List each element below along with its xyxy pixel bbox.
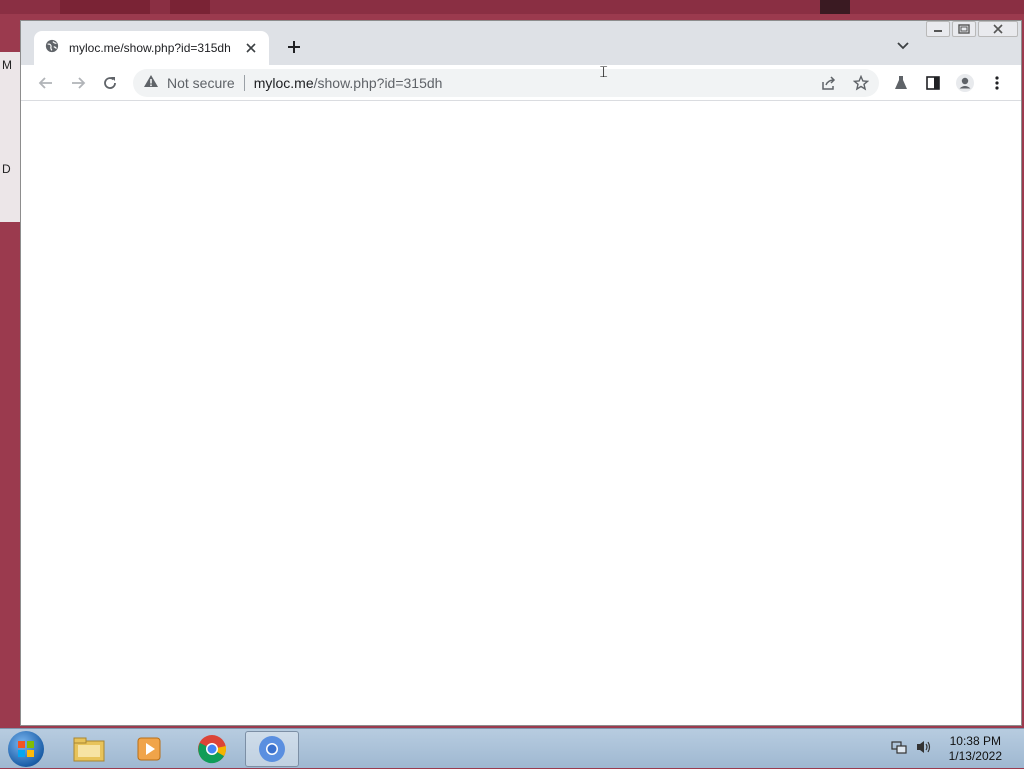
tab-search-chevron-down-icon[interactable] (893, 36, 913, 56)
media-player-icon[interactable] (122, 731, 176, 767)
url-host: myloc.me (253, 75, 314, 91)
taskbar-clock[interactable]: 10:38 PM 1/13/2022 (949, 734, 1002, 764)
background-window-edge (0, 52, 20, 222)
address-separator (243, 75, 245, 91)
page-content[interactable] (21, 101, 1021, 725)
background-window-letter: M (2, 58, 12, 72)
url-path: /show.php?id=315dh (313, 75, 443, 91)
chromium-icon[interactable] (245, 731, 299, 767)
address-bar[interactable]: Not secure myloc.me/show.php?id=315dh (133, 69, 879, 97)
active-tab[interactable]: myloc.me/show.php?id=315dh (34, 31, 269, 65)
minimize-button[interactable] (926, 21, 950, 37)
address-bar-actions (817, 73, 873, 93)
file-explorer-icon[interactable] (62, 731, 116, 767)
reload-icon (104, 77, 116, 89)
arrow-left-icon (38, 77, 52, 89)
kebab-menu-icon[interactable] (985, 71, 1009, 95)
forward-button[interactable] (66, 71, 90, 95)
star-icon[interactable] (849, 73, 873, 93)
back-button[interactable] (34, 71, 58, 95)
network-icon[interactable] (891, 739, 907, 760)
share-icon[interactable] (817, 73, 841, 93)
desktop-background (0, 0, 1024, 14)
warning-icon[interactable] (143, 74, 159, 93)
desktop-block (60, 0, 150, 14)
windows-logo-icon (18, 741, 34, 757)
system-tray: 10:38 PM 1/13/2022 (891, 729, 1024, 769)
maximize-button[interactable] (952, 21, 976, 37)
background-window-letter: D (2, 162, 11, 176)
desktop-block (820, 0, 850, 14)
globe-icon (45, 39, 59, 58)
start-button[interactable] (8, 731, 44, 767)
new-tab-button[interactable] (283, 36, 305, 58)
chrome-icon[interactable] (185, 731, 239, 767)
reload-button[interactable] (98, 71, 122, 95)
text-cursor-icon: 𝙸 (598, 62, 610, 81)
tab-close-icon[interactable] (243, 40, 259, 56)
clock-time: 10:38 PM (949, 734, 1001, 748)
clock-date: 1/13/2022 (948, 749, 1002, 763)
taskbar: 10:38 PM 1/13/2022 (0, 728, 1024, 768)
profile-icon[interactable] (953, 71, 977, 95)
flask-icon[interactable] (889, 71, 913, 95)
close-button[interactable] (978, 21, 1018, 37)
desktop-block (170, 0, 210, 14)
security-status-label[interactable]: Not secure (167, 75, 235, 91)
browser-window: myloc.me/show.php?id=315dh Not secure my… (20, 20, 1022, 726)
tab-strip: myloc.me/show.php?id=315dh (21, 21, 1021, 65)
volume-icon[interactable] (915, 739, 933, 760)
arrow-right-icon (72, 77, 86, 89)
tab-title: myloc.me/show.php?id=315dh (69, 41, 231, 55)
side-panel-icon[interactable] (921, 71, 945, 95)
browser-toolbar: Not secure myloc.me/show.php?id=315dh (21, 65, 1021, 101)
window-controls (926, 21, 1018, 37)
